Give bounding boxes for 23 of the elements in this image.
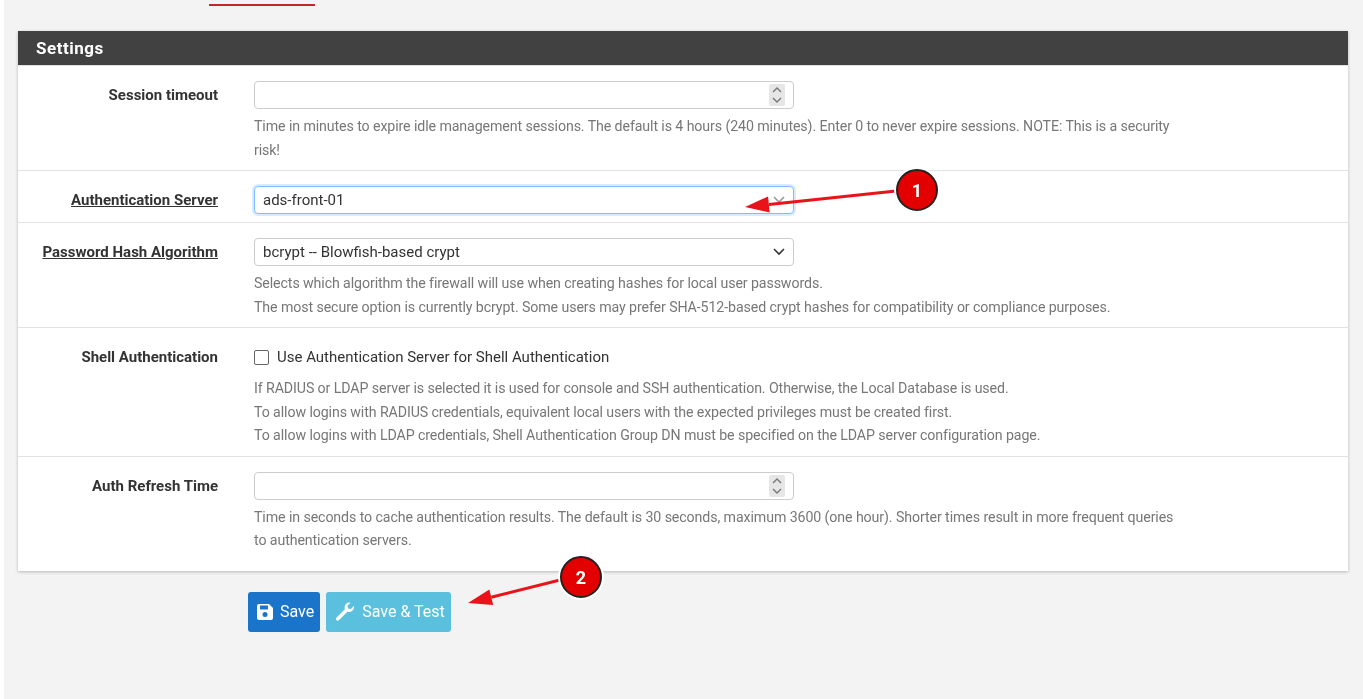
spinner-icon[interactable]	[769, 474, 785, 497]
help-text: Time in seconds to cache authentication results. The default is 30 seconds, maximum 3600 (one hour). Shorter times result in more frequent queries to authentication servers.	[254, 507, 1175, 550]
help-text: Time in minutes to expire idle management sessions. The default is 4 hours (240 minutes). Enter 0 to never expire sessions. NOTE: This is a security risk!	[254, 117, 1171, 160]
select-field[interactable]: bcrypt -- Blowfish-based crypt	[254, 238, 794, 266]
checkbox[interactable]	[254, 349, 269, 365]
label-link[interactable]: Password Hash Algorithm	[42, 243, 218, 261]
save-button[interactable]: Save	[248, 591, 321, 632]
chevron-down-icon[interactable]	[773, 248, 785, 256]
label-link[interactable]: Authentication Server	[71, 191, 218, 209]
field-label: Auth Refresh Time	[92, 476, 218, 495]
panel-title: Settings	[18, 31, 1348, 65]
select-field[interactable]: ads-front-01	[254, 186, 794, 214]
field-label: Shell Authentication	[81, 348, 218, 366]
number-input[interactable]	[254, 81, 794, 109]
help-text: If RADIUS or LDAP server is selected it is used for console and SSH authentication. Otherwise, the Local Database is used. To allow logins with RADIUS credentials, equivalent local users with the expected privileges must be created first. To allow logins with LDAP credentials, Shell Authentication Group DN must be specified on the LDAP server configuration page.	[254, 379, 1042, 445]
step-number-badge: 2	[560, 556, 602, 598]
help-text: Selects which algorithm the firewall will use when creating hashes for local user passwords. The most secure option is currently bcrypt. Some users may prefer SHA-512-based crypt hashes for compatibility or compliance purposes.	[254, 274, 1112, 317]
checkbox-label[interactable]: Use Authentication Server for Shell Authentication	[277, 348, 610, 366]
field-label: Session timeout	[108, 86, 218, 104]
spinner-icon[interactable]	[769, 84, 785, 106]
wrench-icon	[334, 600, 357, 623]
number-input[interactable]	[254, 471, 794, 500]
step-number-badge: 1	[896, 169, 938, 211]
